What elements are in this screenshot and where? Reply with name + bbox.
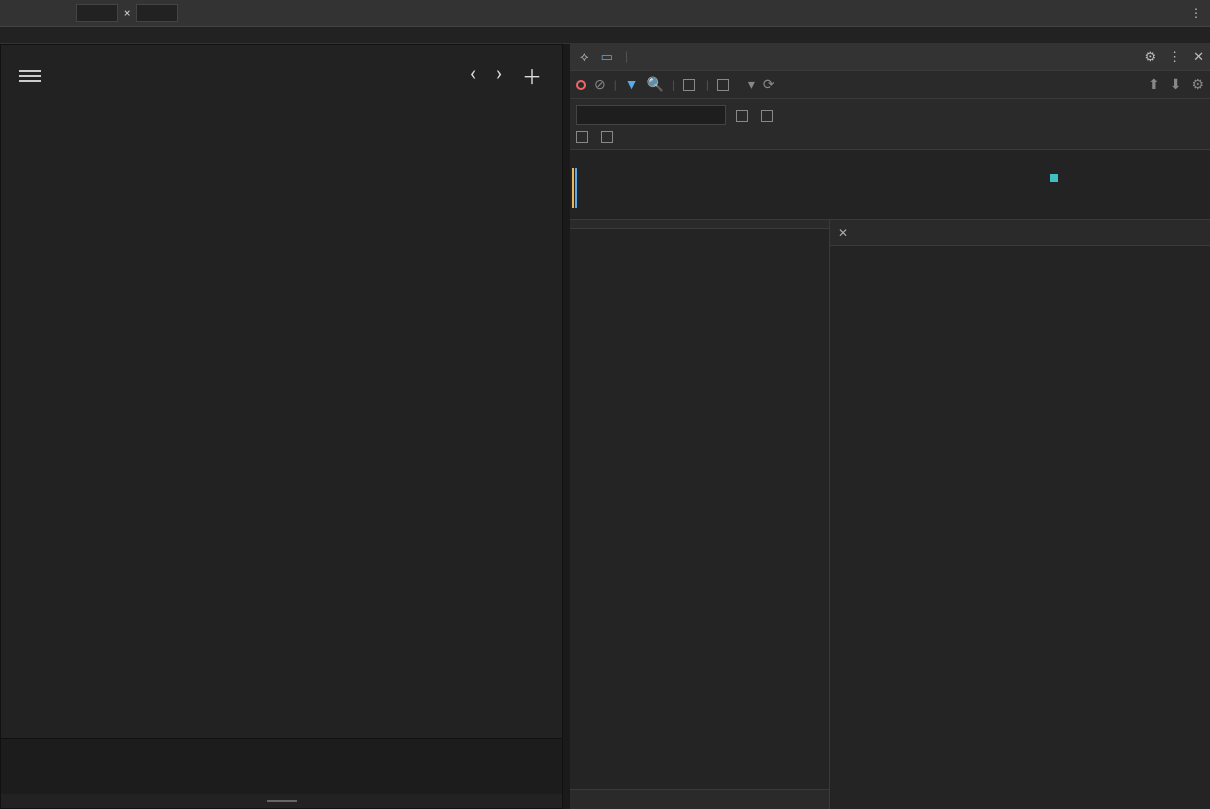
network-toolbar: ⊘ | ▼ 🔍 | | ▾ ⟳ ⬆ ⬇ ⚙ [570, 71, 1210, 99]
network-timeline[interactable] [570, 150, 1210, 220]
prev-month-icon[interactable]: ‹ [470, 61, 476, 90]
device-toolbar: × ⋮ [0, 0, 1210, 27]
next-month-icon[interactable]: › [496, 61, 502, 90]
inspect-icon[interactable]: ⟡ [574, 50, 595, 65]
drag-handle-icon[interactable] [1, 794, 562, 808]
filter-input[interactable] [576, 105, 726, 125]
throttling-caret-icon[interactable]: ▾ [748, 77, 755, 93]
close-devtools-icon[interactable]: ✕ [1187, 50, 1210, 65]
request-list [570, 220, 830, 809]
request-detail: ✕ [830, 220, 1210, 809]
thirdparty-checkbox[interactable] [601, 129, 616, 143]
hide-data-urls-checkbox[interactable] [761, 108, 776, 122]
add-event-icon[interactable]: ＋ [522, 61, 542, 90]
disable-cache-checkbox[interactable] [717, 78, 732, 92]
record-icon[interactable] [576, 80, 586, 90]
filter-bar [570, 99, 1210, 150]
blocked-requests-checkbox[interactable] [576, 129, 591, 143]
device-viewport: ‹ › ＋ [0, 44, 563, 809]
more-tabs-icon[interactable] [634, 44, 654, 71]
width-input[interactable] [76, 4, 118, 22]
clear-icon[interactable]: ⊘ [594, 77, 606, 93]
search-icon[interactable]: 🔍 [647, 77, 664, 93]
hamburger-icon[interactable] [19, 67, 41, 85]
devtools-tabs: ⟡ ▭ | ⚙ ⋮ ✕ [570, 44, 1210, 71]
filter-icon[interactable]: ▼ [625, 76, 639, 93]
devtools-menu-icon[interactable]: ⋮ [1162, 50, 1187, 65]
device-menu-icon[interactable]: ⋮ [1190, 6, 1202, 20]
network-footer [570, 789, 829, 809]
app-header: ‹ › ＋ [1, 45, 562, 100]
ruler [0, 27, 1210, 44]
preserve-log-checkbox[interactable] [683, 78, 698, 92]
download-har-icon[interactable]: ⬇ [1170, 77, 1182, 93]
height-input[interactable] [136, 4, 178, 22]
network-settings-icon[interactable]: ⚙ [1191, 77, 1204, 93]
close-detail-icon[interactable]: ✕ [830, 226, 856, 240]
invert-checkbox[interactable] [736, 108, 751, 122]
times-icon: × [124, 6, 130, 20]
splitter-handle[interactable]: ⋮⋮ [563, 44, 570, 809]
devtools-panel: ⟡ ▭ | ⚙ ⋮ ✕ ⊘ | ▼ 🔍 | | ▾ ⟳ ⬆ ⬇ [570, 44, 1210, 809]
settings-icon[interactable]: ⚙ [1138, 50, 1162, 65]
upload-har-icon[interactable]: ⬆ [1148, 77, 1160, 93]
network-conditions-icon[interactable]: ⟳ [763, 77, 775, 93]
name-column-header[interactable] [570, 220, 829, 229]
device-icon[interactable]: ▭ [595, 50, 619, 65]
